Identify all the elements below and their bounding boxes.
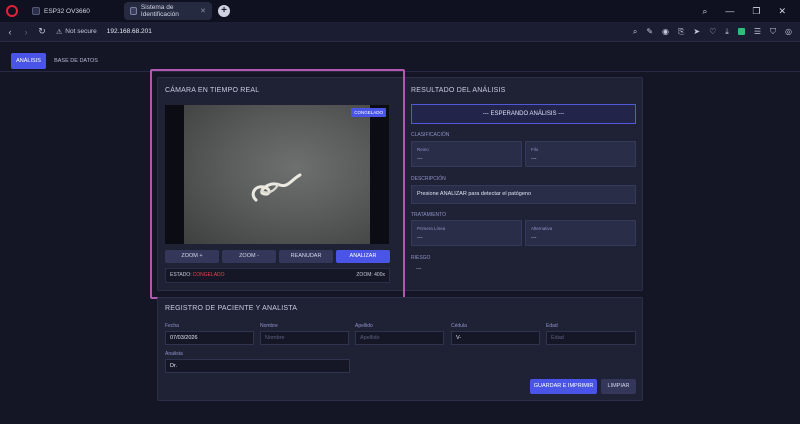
edad-label: Edad [546, 323, 558, 329]
browser-tab-esp32[interactable]: ESP32 OV3660 [26, 2, 116, 20]
menu-icon[interactable]: ☰ [754, 27, 761, 36]
search-icon[interactable]: ⌕ [702, 6, 707, 17]
close-window-icon[interactable]: ✕ [778, 6, 786, 17]
send-icon[interactable]: ➤ [693, 27, 700, 36]
classification-label: CLASIFICACIÓN [411, 132, 450, 138]
frozen-badge: CONGELADO [351, 108, 386, 117]
camera-image [184, 105, 370, 244]
zoom-out-button[interactable]: ZOOM - [222, 250, 276, 263]
description-label: DESCRIPCIÓN [411, 176, 446, 182]
reino-label: Reino [417, 147, 429, 152]
cedula-label: Cédula [451, 323, 467, 329]
save-print-button[interactable]: GUARDAR E IMPRIMIR [530, 379, 597, 394]
clear-button[interactable]: LIMPIAR [601, 379, 636, 394]
minimize-icon[interactable]: — [725, 6, 734, 17]
forward-icon[interactable]: › [18, 27, 34, 37]
wallet-icon[interactable] [737, 28, 745, 35]
window-controls: ⌕ — ❐ ✕ [702, 6, 800, 17]
edit-icon[interactable]: ✎ [646, 27, 653, 36]
treatment-label: TRATAMIENTO [411, 212, 446, 218]
warning-icon: ⚠ [56, 28, 63, 36]
address-bar: ‹ › ↻ ⚠ Not secure 192.168.68.201 ⌕ ✎ ◉ … [0, 22, 800, 42]
ring-icon[interactable]: ◎ [785, 27, 792, 36]
filo-card: Filo --- [525, 141, 636, 167]
filo-value: --- [531, 156, 537, 162]
specimen-worm-image [251, 173, 302, 202]
camera-status-bar: ESTADO: CONGELADO ZOOM: 400x [165, 268, 390, 283]
apellido-input[interactable]: Apellido [355, 331, 444, 345]
camera-title: CÁMARA EN TIEMPO REAL [165, 87, 260, 94]
opera-icon[interactable] [6, 5, 18, 17]
url-field[interactable]: ⚠ Not secure 192.168.68.201 [56, 28, 152, 36]
fecha-input[interactable]: 07/03/2026 [165, 331, 254, 345]
new-tab-button[interactable]: + [218, 5, 230, 17]
download-icon[interactable]: ⤓ [725, 27, 729, 37]
nombre-input[interactable]: Nombre [260, 331, 349, 345]
back-icon[interactable]: ‹ [2, 27, 18, 37]
maximize-icon[interactable]: ❐ [752, 6, 760, 17]
toolbar-icons: ⌕ ✎ ◉ ⎘ ➤ ♡ ⤓ ☰ ⛉ ◎ [633, 27, 800, 37]
heart-icon[interactable]: ♡ [709, 27, 716, 36]
primera-linea-value: --- [417, 235, 423, 241]
camera-icon[interactable]: ◉ [662, 27, 669, 36]
reino-value: --- [417, 156, 423, 162]
camera-feed: CONGELADO [165, 105, 389, 244]
share-icon[interactable]: ⎘ [678, 27, 684, 37]
browser-tab-sistema[interactable]: Sistema de Identificación ✕ [124, 2, 212, 20]
primera-linea-label: Primera Línea [417, 226, 446, 231]
risk-value: --- [416, 266, 422, 272]
zoom-in-button[interactable]: ZOOM + [165, 250, 219, 263]
tab-label: ESP32 OV3660 [44, 7, 90, 15]
tab-analisis[interactable]: ANÁLISIS [11, 53, 46, 69]
filo-label: Filo [531, 147, 539, 152]
url-text: 192.168.68.201 [106, 28, 152, 35]
resume-button[interactable]: REANUDAR [279, 250, 333, 263]
fecha-label: Fecha [165, 323, 179, 329]
description-text: Presione ANALIZAR para detectar el patóg… [411, 185, 636, 204]
page-icon [130, 7, 137, 15]
alternativa-value: --- [531, 235, 537, 241]
tab-label: Sistema de Identificación [140, 4, 179, 18]
nombre-label: Nombre [260, 323, 278, 329]
status-value: CONGELADO [192, 272, 225, 278]
results-title: RESULTADO DEL ANÁLISIS [411, 87, 506, 94]
edad-input[interactable]: Edad [546, 331, 636, 345]
search-icon[interactable]: ⌕ [633, 27, 637, 37]
analista-input[interactable]: Dr. [165, 359, 350, 373]
close-icon[interactable]: ✕ [200, 7, 206, 15]
analysis-result-box: --- ESPERANDO ANÁLISIS --- [411, 104, 636, 124]
browser-tab-bar: ESP32 OV3660 Sistema de Identificación ✕… [0, 0, 800, 22]
status-label: ESTADO: [170, 272, 192, 278]
zoom-readout: ZOOM: 400x [356, 272, 385, 278]
cedula-input[interactable]: V- [451, 331, 540, 345]
alternativa-label: Alternativa [531, 226, 553, 231]
shield-icon[interactable]: ⛉ [770, 27, 776, 37]
apellido-label: Apellido [355, 323, 373, 329]
page-icon [32, 7, 40, 15]
alternativa-card: Alternativa --- [525, 220, 636, 246]
primera-linea-card: Primera Línea --- [411, 220, 522, 246]
reino-card: Reino --- [411, 141, 522, 167]
reload-icon[interactable]: ↻ [34, 26, 50, 37]
analyze-button[interactable]: ANALIZAR [336, 250, 390, 263]
tab-base-de-datos[interactable]: BASE DE DATOS [50, 53, 102, 69]
risk-label: RIESGO [411, 255, 431, 261]
security-label: Not secure [65, 28, 97, 35]
registration-title: REGISTRO DE PACIENTE Y ANALISTA [165, 305, 298, 312]
analista-label: Analista [165, 351, 183, 357]
